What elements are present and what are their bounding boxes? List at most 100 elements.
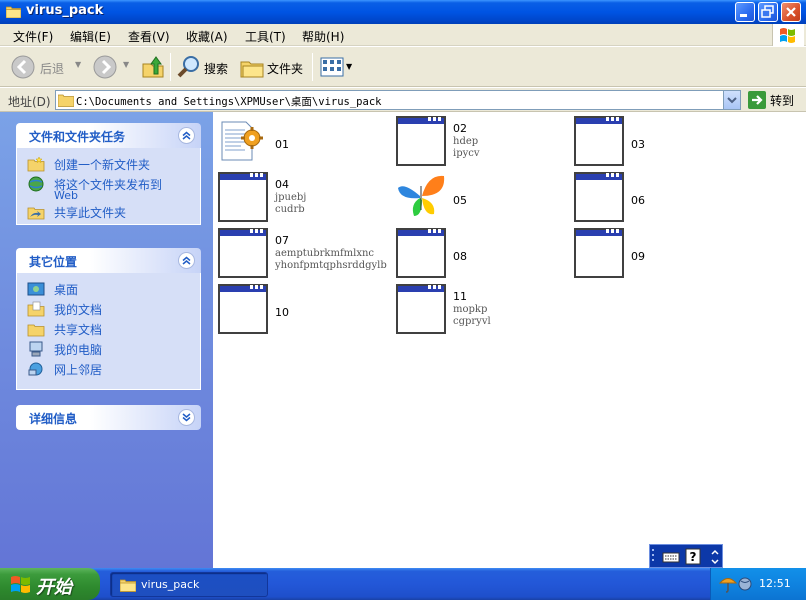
file-name: 07 [275,234,289,247]
file-name: 05 [453,194,467,207]
folder-icon [120,579,136,592]
chevron-up-icon [182,131,191,140]
menu-view[interactable]: 查看(V) [128,28,170,45]
file-description-line: ipycv [453,148,480,159]
file-item-11[interactable]: 11 mopkp cgpryvl [396,284,574,334]
address-input[interactable]: C:\Documents and Settings\XPMUser\桌面\vir… [55,90,741,110]
title-bar[interactable]: virus_pack [0,0,806,24]
file-description-line: cudrb [275,204,305,215]
back-button[interactable]: 后退 [10,54,78,80]
options-arrows-icon[interactable] [710,548,720,566]
details-panel: 详细信息 [16,405,201,430]
file-item-10[interactable]: 10 [218,284,396,334]
file-name: 01 [275,138,289,151]
minimize-button[interactable] [735,2,755,22]
file-item-09[interactable]: 09 [574,228,752,278]
file-item-04[interactable]: 04 jpuebj cudrb [218,172,396,222]
taskbar-window-button[interactable]: virus_pack [110,572,268,597]
menu-favorites[interactable]: 收藏(A) [186,28,228,45]
up-button[interactable] [140,54,166,80]
my-computer-icon [29,341,43,357]
folders-button[interactable]: 文件夹 [239,54,307,80]
language-bar[interactable]: ? [649,544,723,568]
clock[interactable]: 12:51 [759,577,791,590]
menu-bar: 文件(F) 编辑(E) 查看(V) 收藏(A) 工具(T) 帮助(H) [0,24,806,46]
grip-icon [652,549,654,561]
umbrella-icon[interactable] [719,575,737,593]
search-label: 搜索 [204,62,229,76]
folder-icon [6,6,21,18]
place-label: 我的文档 [54,303,103,317]
go-arrow-icon [748,91,766,109]
maximize-button[interactable] [758,2,778,22]
file-view[interactable]: 01 02 hdep ipycv 03 04 jpuebj cudrb 05 0… [213,112,806,568]
menu-tools[interactable]: 工具(T) [245,28,286,45]
file-description-line: mopkp [453,304,488,315]
file-description-line: hdep [453,136,479,147]
close-icon [786,7,796,17]
my-documents-icon [27,301,45,317]
file-item-03[interactable]: 03 [574,116,752,166]
folder-up-icon [142,56,164,78]
windows-logo [772,24,804,46]
folders-icon [240,61,264,78]
chevron-down-icon [182,413,191,422]
new-folder-icon [27,156,45,172]
folder-icon [58,94,74,107]
toolbar-separator [170,53,171,81]
file-description-line: jpuebj [275,192,307,203]
windows-flag-icon [11,576,30,593]
panel-header[interactable]: 其它位置 [16,248,201,273]
views-button[interactable]: ▼ [319,55,355,79]
file-item-01[interactable]: 01 [218,116,396,166]
keyboard-icon[interactable] [662,550,680,564]
collapse-button[interactable] [178,252,195,269]
file-description-line: yhonfpmtqphsrddgylb [275,260,387,271]
panel-body: 桌面 我的文档 共享文档 我的电脑 网上邻居 [16,273,201,390]
task-label: 创建一个新文件夹 [54,158,151,172]
file-name: 02 [453,122,467,135]
collapse-button[interactable] [178,127,195,144]
panel-title: 其它位置 [29,255,78,269]
globe-icon [28,176,44,192]
file-item-02[interactable]: 02 hdep ipycv [396,116,574,166]
settings-file-icon [221,121,263,161]
file-item-05[interactable]: 05 [396,172,574,222]
folders-label: 文件夹 [267,62,304,76]
file-name: 09 [631,250,645,263]
close-button[interactable] [781,2,801,22]
windows-flag-icon [780,28,795,43]
toolbar: 后退 ▼ ▼ 搜索 文件夹 ▼ [0,47,806,87]
task-label-line2: Web [54,189,78,202]
forward-dropdown-icon[interactable]: ▼ [123,60,129,69]
toolbar-separator [312,53,313,81]
shared-documents-icon [27,324,45,337]
file-item-06[interactable]: 06 [574,172,752,222]
go-button[interactable]: 转到 [746,90,802,110]
expand-button[interactable] [178,409,195,426]
forward-button[interactable] [92,54,118,80]
file-description-line: aemptubrkmfmlxnc [275,248,375,259]
menu-edit[interactable]: 编辑(E) [70,28,111,45]
menu-help[interactable]: 帮助(H) [302,28,344,45]
place-label: 我的电脑 [54,343,103,357]
panel-title: 详细信息 [29,412,78,426]
network-icon[interactable] [737,575,753,593]
help-icon[interactable]: ? [685,548,701,565]
views-grid-icon [320,57,344,77]
file-name: 06 [631,194,645,207]
panel-header[interactable]: 文件和文件夹任务 [16,123,201,148]
application-icon [218,172,268,222]
file-name: 04 [275,178,289,191]
start-button[interactable]: 开始 [0,568,100,600]
menu-file[interactable]: 文件(F) [13,28,53,45]
file-tasks-panel: 文件和文件夹任务 创建一个新文件夹 将这个文件夹发布到 Web 共享此文件夹 [16,123,201,225]
back-dropdown-icon[interactable]: ▼ [75,60,81,69]
search-icon [177,56,199,78]
address-dropdown-button[interactable] [723,91,740,109]
application-icon [574,116,624,166]
panel-header[interactable]: 详细信息 [16,405,201,430]
file-item-07[interactable]: 07 aemptubrkmfmlxnc yhonfpmtqphsrddgylb [218,228,396,278]
file-item-08[interactable]: 08 [396,228,574,278]
search-button[interactable]: 搜索 [176,54,232,80]
